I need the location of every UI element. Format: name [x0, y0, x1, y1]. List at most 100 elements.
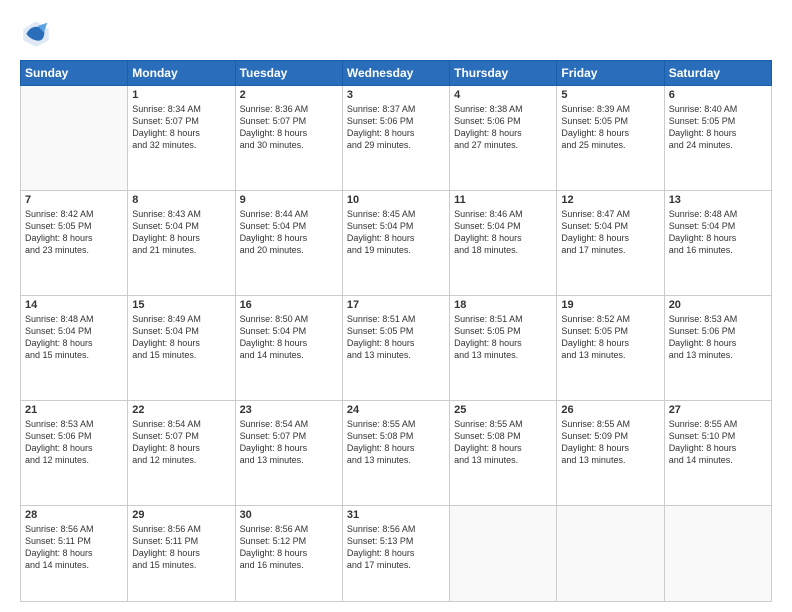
cell-info: Sunrise: 8:55 AM Sunset: 5:10 PM Dayligh… — [669, 418, 767, 467]
cell-info: Sunrise: 8:55 AM Sunset: 5:08 PM Dayligh… — [347, 418, 445, 467]
cell-info: Sunrise: 8:53 AM Sunset: 5:06 PM Dayligh… — [25, 418, 123, 467]
calendar-cell — [557, 505, 664, 601]
header — [20, 18, 772, 50]
calendar-cell: 12 Sunrise: 8:47 AM Sunset: 5:04 PM Dayli… — [557, 190, 664, 295]
calendar-cell: 27Sunrise: 8:55 AM Sunset: 5:10 PM Dayli… — [664, 400, 771, 505]
cell-info: Sunrise: 8:50 AM Sunset: 5:04 PM Dayligh… — [240, 313, 338, 362]
day-header-wednesday: Wednesday — [342, 61, 449, 86]
day-number: 22 — [132, 404, 230, 416]
calendar-cell: 26Sunrise: 8:55 AM Sunset: 5:09 PM Dayli… — [557, 400, 664, 505]
day-number: 8 — [132, 194, 230, 206]
calendar-cell: 17 Sunrise: 8:51 AM Sunset: 5:05 PM Dayli… — [342, 295, 449, 400]
calendar-cell: 31 Sunrise: 8:56 AM Sunset: 5:13 PM Dayli… — [342, 505, 449, 601]
day-number: 14 — [25, 299, 123, 311]
calendar-cell: 4Sunrise: 8:38 AM Sunset: 5:06 PM Daylig… — [450, 86, 557, 191]
cell-info: Sunrise: 8:51 AM Sunset: 5:05 PM Dayligh… — [454, 313, 552, 362]
calendar-cell: 3Sunrise: 8:37 AM Sunset: 5:06 PM Daylig… — [342, 86, 449, 191]
calendar-cell: 25 Sunrise: 8:55 AM Sunset: 5:08 PM Dayli… — [450, 400, 557, 505]
day-number: 3 — [347, 89, 445, 101]
day-number: 31 — [347, 509, 445, 521]
day-number: 29 — [132, 509, 230, 521]
day-number: 10 — [347, 194, 445, 206]
day-number: 20 — [669, 299, 767, 311]
cell-info: Sunrise: 8:54 AM Sunset: 5:07 PM Dayligh… — [240, 418, 338, 467]
calendar-cell: 8 Sunrise: 8:43 AM Sunset: 5:04 PM Daylig… — [128, 190, 235, 295]
week-row-3: 14Sunrise: 8:48 AM Sunset: 5:04 PM Dayli… — [21, 295, 772, 400]
week-row-5: 28 Sunrise: 8:56 AM Sunset: 5:11 PM Dayli… — [21, 505, 772, 601]
day-number: 17 — [347, 299, 445, 311]
day-number: 12 — [561, 194, 659, 206]
calendar-table: SundayMondayTuesdayWednesdayThursdayFrid… — [20, 60, 772, 602]
cell-info: Sunrise: 8:36 AM Sunset: 5:07 PM Dayligh… — [240, 103, 338, 152]
calendar-cell: 11 Sunrise: 8:46 AM Sunset: 5:04 PM Dayli… — [450, 190, 557, 295]
cell-info: Sunrise: 8:47 AM Sunset: 5:04 PM Dayligh… — [561, 208, 659, 257]
calendar-cell — [21, 86, 128, 191]
logo-icon — [20, 18, 52, 50]
calendar-cell: 30 Sunrise: 8:56 AM Sunset: 5:12 PM Dayli… — [235, 505, 342, 601]
day-number: 5 — [561, 89, 659, 101]
day-number: 16 — [240, 299, 338, 311]
day-number: 24 — [347, 404, 445, 416]
calendar-cell: 7Sunrise: 8:42 AM Sunset: 5:05 PM Daylig… — [21, 190, 128, 295]
cell-info: Sunrise: 8:49 AM Sunset: 5:04 PM Dayligh… — [132, 313, 230, 362]
day-header-tuesday: Tuesday — [235, 61, 342, 86]
cell-info: Sunrise: 8:48 AM Sunset: 5:04 PM Dayligh… — [669, 208, 767, 257]
calendar-cell: 18Sunrise: 8:51 AM Sunset: 5:05 PM Dayli… — [450, 295, 557, 400]
calendar-cell: 29 Sunrise: 8:56 AM Sunset: 5:11 PM Dayli… — [128, 505, 235, 601]
calendar-cell: 16 Sunrise: 8:50 AM Sunset: 5:04 PM Dayli… — [235, 295, 342, 400]
cell-info: Sunrise: 8:53 AM Sunset: 5:06 PM Dayligh… — [669, 313, 767, 362]
day-number: 25 — [454, 404, 552, 416]
cell-info: Sunrise: 8:39 AM Sunset: 5:05 PM Dayligh… — [561, 103, 659, 152]
calendar-cell: 9Sunrise: 8:44 AM Sunset: 5:04 PM Daylig… — [235, 190, 342, 295]
calendar-cell: 28 Sunrise: 8:56 AM Sunset: 5:11 PM Dayli… — [21, 505, 128, 601]
calendar-cell: 1Sunrise: 8:34 AM Sunset: 5:07 PM Daylig… — [128, 86, 235, 191]
page: SundayMondayTuesdayWednesdayThursdayFrid… — [0, 0, 792, 612]
day-header-friday: Friday — [557, 61, 664, 86]
day-number: 7 — [25, 194, 123, 206]
week-row-4: 21 Sunrise: 8:53 AM Sunset: 5:06 PM Dayli… — [21, 400, 772, 505]
day-number: 9 — [240, 194, 338, 206]
cell-info: Sunrise: 8:52 AM Sunset: 5:05 PM Dayligh… — [561, 313, 659, 362]
day-header-monday: Monday — [128, 61, 235, 86]
day-header-sunday: Sunday — [21, 61, 128, 86]
day-number: 26 — [561, 404, 659, 416]
calendar-cell: 21 Sunrise: 8:53 AM Sunset: 5:06 PM Dayli… — [21, 400, 128, 505]
calendar-cell — [450, 505, 557, 601]
day-number: 30 — [240, 509, 338, 521]
cell-info: Sunrise: 8:55 AM Sunset: 5:08 PM Dayligh… — [454, 418, 552, 467]
day-number: 19 — [561, 299, 659, 311]
cell-info: Sunrise: 8:45 AM Sunset: 5:04 PM Dayligh… — [347, 208, 445, 257]
cell-info: Sunrise: 8:40 AM Sunset: 5:05 PM Dayligh… — [669, 103, 767, 152]
calendar-cell: 10 Sunrise: 8:45 AM Sunset: 5:04 PM Dayli… — [342, 190, 449, 295]
calendar-cell: 14Sunrise: 8:48 AM Sunset: 5:04 PM Dayli… — [21, 295, 128, 400]
day-number: 2 — [240, 89, 338, 101]
cell-info: Sunrise: 8:51 AM Sunset: 5:05 PM Dayligh… — [347, 313, 445, 362]
cell-info: Sunrise: 8:54 AM Sunset: 5:07 PM Dayligh… — [132, 418, 230, 467]
calendar-cell: 15Sunrise: 8:49 AM Sunset: 5:04 PM Dayli… — [128, 295, 235, 400]
calendar-cell: 19 Sunrise: 8:52 AM Sunset: 5:05 PM Dayli… — [557, 295, 664, 400]
day-number: 11 — [454, 194, 552, 206]
calendar-cell: 23Sunrise: 8:54 AM Sunset: 5:07 PM Dayli… — [235, 400, 342, 505]
week-row-1: 1Sunrise: 8:34 AM Sunset: 5:07 PM Daylig… — [21, 86, 772, 191]
calendar-cell: 24 Sunrise: 8:55 AM Sunset: 5:08 PM Dayli… — [342, 400, 449, 505]
logo — [20, 18, 56, 50]
cell-info: Sunrise: 8:56 AM Sunset: 5:13 PM Dayligh… — [347, 523, 445, 572]
cell-info: Sunrise: 8:38 AM Sunset: 5:06 PM Dayligh… — [454, 103, 552, 152]
calendar-cell: 5 Sunrise: 8:39 AM Sunset: 5:05 PM Daylig… — [557, 86, 664, 191]
calendar-cell: 20 Sunrise: 8:53 AM Sunset: 5:06 PM Dayli… — [664, 295, 771, 400]
day-header-thursday: Thursday — [450, 61, 557, 86]
cell-info: Sunrise: 8:43 AM Sunset: 5:04 PM Dayligh… — [132, 208, 230, 257]
cell-info: Sunrise: 8:46 AM Sunset: 5:04 PM Dayligh… — [454, 208, 552, 257]
calendar-cell: 22 Sunrise: 8:54 AM Sunset: 5:07 PM Dayli… — [128, 400, 235, 505]
cell-info: Sunrise: 8:56 AM Sunset: 5:11 PM Dayligh… — [132, 523, 230, 572]
calendar-cell: 13Sunrise: 8:48 AM Sunset: 5:04 PM Dayli… — [664, 190, 771, 295]
calendar-cell — [664, 505, 771, 601]
calendar-cell: 2 Sunrise: 8:36 AM Sunset: 5:07 PM Daylig… — [235, 86, 342, 191]
day-number: 28 — [25, 509, 123, 521]
header-row: SundayMondayTuesdayWednesdayThursdayFrid… — [21, 61, 772, 86]
cell-info: Sunrise: 8:56 AM Sunset: 5:12 PM Dayligh… — [240, 523, 338, 572]
cell-info: Sunrise: 8:56 AM Sunset: 5:11 PM Dayligh… — [25, 523, 123, 572]
day-number: 21 — [25, 404, 123, 416]
week-row-2: 7Sunrise: 8:42 AM Sunset: 5:05 PM Daylig… — [21, 190, 772, 295]
day-number: 6 — [669, 89, 767, 101]
